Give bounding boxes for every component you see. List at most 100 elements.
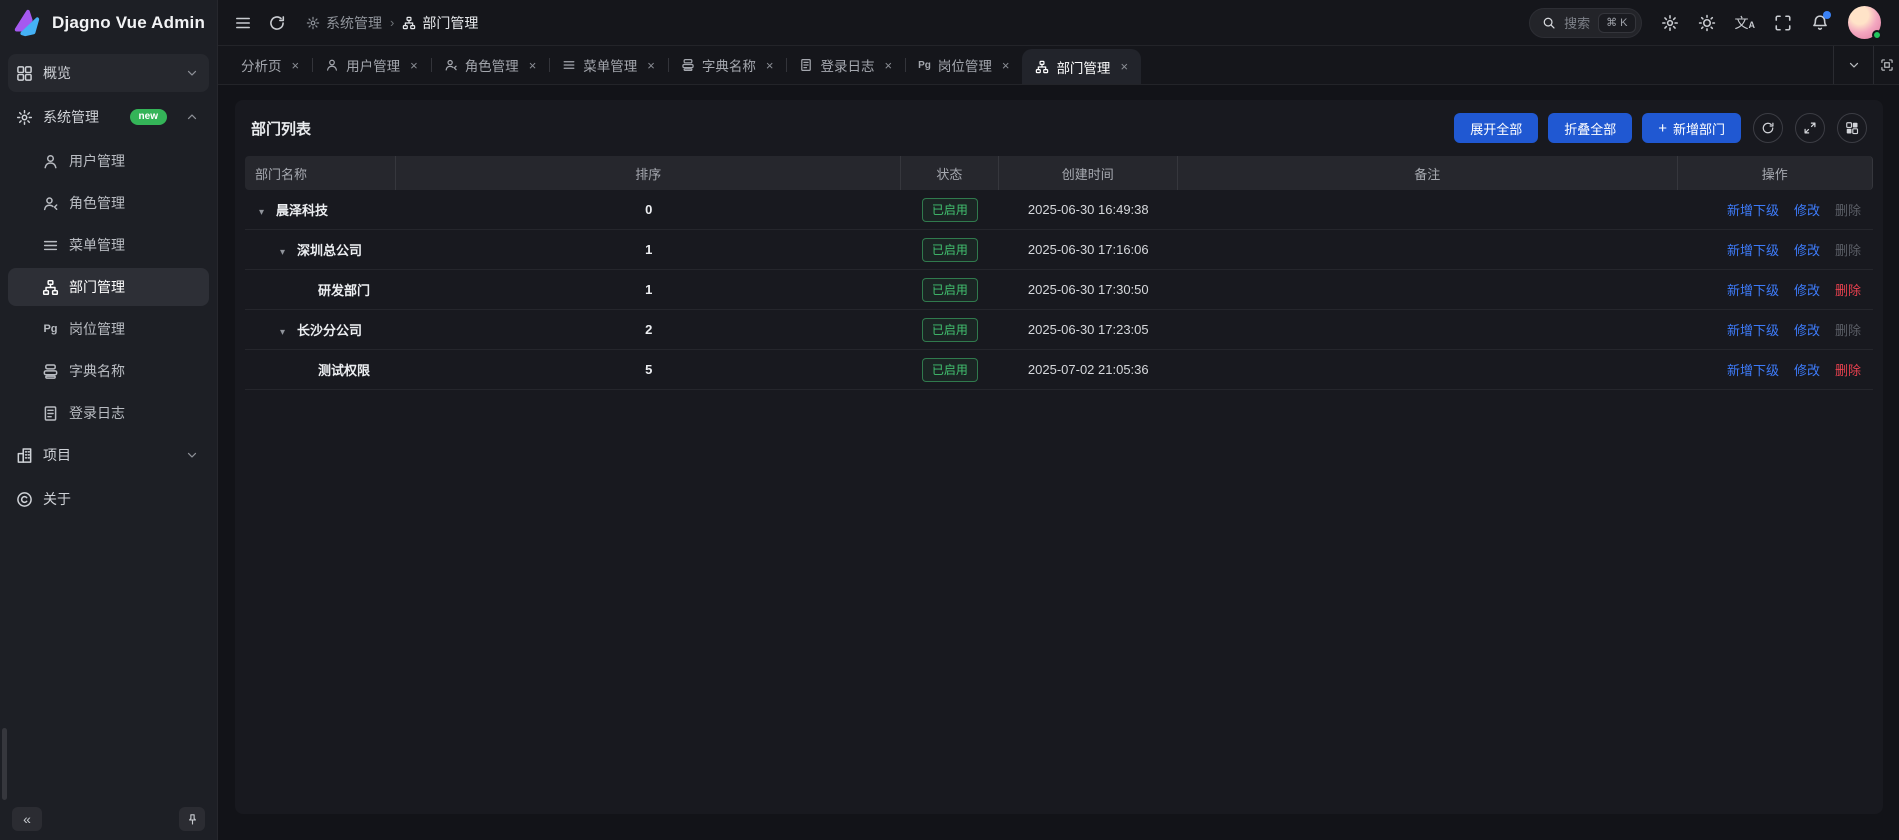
pin-icon xyxy=(186,813,199,826)
app-title: Djagno Vue Admin xyxy=(52,13,205,33)
plus-icon: + xyxy=(1658,121,1667,136)
remark xyxy=(1178,230,1678,270)
sidebar-item-岗位管理[interactable]: Pg岗位管理 xyxy=(8,310,209,348)
tab-maximize-button[interactable] xyxy=(1873,46,1899,84)
sidebar-pin-button[interactable] xyxy=(179,807,205,831)
column-header: 创建时间 xyxy=(999,156,1178,190)
tab-字典名称[interactable]: 字典名称× xyxy=(668,46,787,84)
delete-link[interactable]: 删除 xyxy=(1835,243,1861,258)
fullscreen-icon[interactable] xyxy=(1774,14,1792,32)
tab-close-icon[interactable]: × xyxy=(529,58,537,73)
refresh-icon[interactable] xyxy=(268,14,286,32)
expand-toggle-icon[interactable]: ▾ xyxy=(280,327,291,338)
card-header: 部门列表 展开全部 折叠全部 +新增部门 xyxy=(235,100,1883,154)
page-title: 部门列表 xyxy=(251,118,311,139)
expand-toggle-icon[interactable]: ▾ xyxy=(280,247,291,258)
notification-dot xyxy=(1823,11,1831,19)
sidebar-item-概览[interactable]: 概览 xyxy=(8,54,209,92)
tab-close-icon[interactable]: × xyxy=(1002,58,1010,73)
theme-sun-icon[interactable] xyxy=(1698,14,1716,32)
tab-close-icon[interactable]: × xyxy=(884,58,892,73)
remark xyxy=(1178,350,1678,390)
sort-value: 5 xyxy=(396,350,901,390)
add-child-link[interactable]: 新增下级 xyxy=(1727,323,1779,338)
sidebar: Djagno Vue Admin 概览系统管理new 用户管理角色管理菜单管理部门… xyxy=(0,0,218,840)
fullscreen-table-button[interactable] xyxy=(1795,113,1825,143)
breadcrumb-item-system[interactable]: 系统管理 xyxy=(306,13,382,33)
delete-link[interactable]: 删除 xyxy=(1835,323,1861,338)
status-badge: 已启用 xyxy=(922,278,978,302)
tab-close-icon[interactable]: × xyxy=(292,58,300,73)
created-time: 2025-06-30 17:23:05 xyxy=(999,310,1178,350)
tabbar-tools xyxy=(1833,46,1899,84)
sidebar-item-部门管理[interactable]: 部门管理 xyxy=(8,268,209,306)
add-child-link[interactable]: 新增下级 xyxy=(1727,363,1779,378)
tab-角色管理[interactable]: 角色管理× xyxy=(431,46,550,84)
sidebar-item-关于[interactable]: 关于 xyxy=(8,480,209,518)
edit-link[interactable]: 修改 xyxy=(1794,323,1820,338)
delete-link[interactable]: 删除 xyxy=(1835,203,1861,218)
column-header: 排序 xyxy=(396,156,901,190)
sidebar-item-登录日志[interactable]: 登录日志 xyxy=(8,394,209,432)
translate-icon[interactable]: 文A xyxy=(1735,16,1756,30)
table-row: 测试权限5已启用2025-07-02 21:05:36新增下级修改删除 xyxy=(245,350,1873,390)
department-name: 测试权限 xyxy=(318,363,370,378)
hamburger-menu-icon[interactable] xyxy=(234,14,252,32)
table-row: ▾晨泽科技0已启用2025-06-30 16:49:38新增下级修改删除 xyxy=(245,190,1873,230)
edit-link[interactable]: 修改 xyxy=(1794,363,1820,378)
notifications-button[interactable] xyxy=(1811,14,1829,32)
sidebar-collapse-button[interactable]: « xyxy=(12,807,42,831)
tab-close-icon[interactable]: × xyxy=(1120,59,1128,74)
settings-gear-icon[interactable] xyxy=(1661,14,1679,32)
department-table: 部门名称排序状态创建时间备注操作 ▾晨泽科技0已启用2025-06-30 16:… xyxy=(245,156,1873,390)
maximize-icon xyxy=(1880,58,1894,72)
tab-部门管理[interactable]: 部门管理 × xyxy=(1022,49,1141,84)
sidebar-item-系统管理[interactable]: 系统管理new xyxy=(8,98,209,136)
expand-all-button[interactable]: 展开全部 xyxy=(1454,113,1538,143)
sidebar-item-用户管理[interactable]: 用户管理 xyxy=(8,142,209,180)
expand-toggle-icon[interactable]: ▾ xyxy=(259,207,270,218)
tabs-menu-button[interactable] xyxy=(1833,46,1873,84)
tab-close-icon[interactable]: × xyxy=(766,58,774,73)
edit-link[interactable]: 修改 xyxy=(1794,203,1820,218)
add-department-button[interactable]: +新增部门 xyxy=(1642,113,1741,143)
tab-separator xyxy=(549,58,550,72)
sort-value: 0 xyxy=(396,190,901,230)
tab-分析页[interactable]: 分析页× xyxy=(228,46,312,84)
chevron-up-icon xyxy=(185,110,199,124)
tab-菜单管理[interactable]: 菜单管理× xyxy=(549,46,668,84)
collapse-all-button[interactable]: 折叠全部 xyxy=(1548,113,1632,143)
tab-用户管理[interactable]: 用户管理× xyxy=(312,46,431,84)
tab-close-icon[interactable]: × xyxy=(647,58,655,73)
edit-link[interactable]: 修改 xyxy=(1794,243,1820,258)
table-row: ▾深圳总公司1已启用2025-06-30 17:16:06新增下级修改删除 xyxy=(245,230,1873,270)
sidebar-item-角色管理[interactable]: 角色管理 xyxy=(8,184,209,222)
sidebar-item-label: 关于 xyxy=(43,489,71,509)
column-header: 操作 xyxy=(1678,156,1873,190)
sidebar-item-项目[interactable]: 项目 xyxy=(8,436,209,474)
dict-icon xyxy=(42,363,59,380)
breadcrumb-item-department[interactable]: 部门管理 xyxy=(402,13,478,33)
tab-label: 部门管理 xyxy=(1056,57,1110,77)
breadcrumb: 系统管理 › 部门管理 xyxy=(306,13,478,33)
column-settings-button[interactable] xyxy=(1837,113,1867,143)
delete-link[interactable]: 删除 xyxy=(1835,363,1861,378)
add-child-link[interactable]: 新增下级 xyxy=(1727,203,1779,218)
refresh-table-button[interactable] xyxy=(1753,113,1783,143)
add-child-link[interactable]: 新增下级 xyxy=(1727,283,1779,298)
tab-岗位管理[interactable]: Pg岗位管理× xyxy=(905,46,1022,84)
sidebar-scrollbar-thumb[interactable] xyxy=(2,728,7,800)
sidebar-item-字典名称[interactable]: 字典名称 xyxy=(8,352,209,390)
tab-登录日志[interactable]: 登录日志× xyxy=(786,46,905,84)
add-child-link[interactable]: 新增下级 xyxy=(1727,243,1779,258)
search-input[interactable]: 搜索 ⌘ K xyxy=(1529,8,1641,38)
user-menu[interactable] xyxy=(1848,6,1881,39)
gear-icon xyxy=(306,16,320,30)
tab-close-icon[interactable]: × xyxy=(410,58,418,73)
delete-link[interactable]: 删除 xyxy=(1835,283,1861,298)
app-logo: Djagno Vue Admin xyxy=(0,0,217,46)
department-name: 研发部门 xyxy=(318,283,370,298)
edit-link[interactable]: 修改 xyxy=(1794,283,1820,298)
sidebar-item-菜单管理[interactable]: 菜单管理 xyxy=(8,226,209,264)
tab-separator xyxy=(905,58,906,72)
